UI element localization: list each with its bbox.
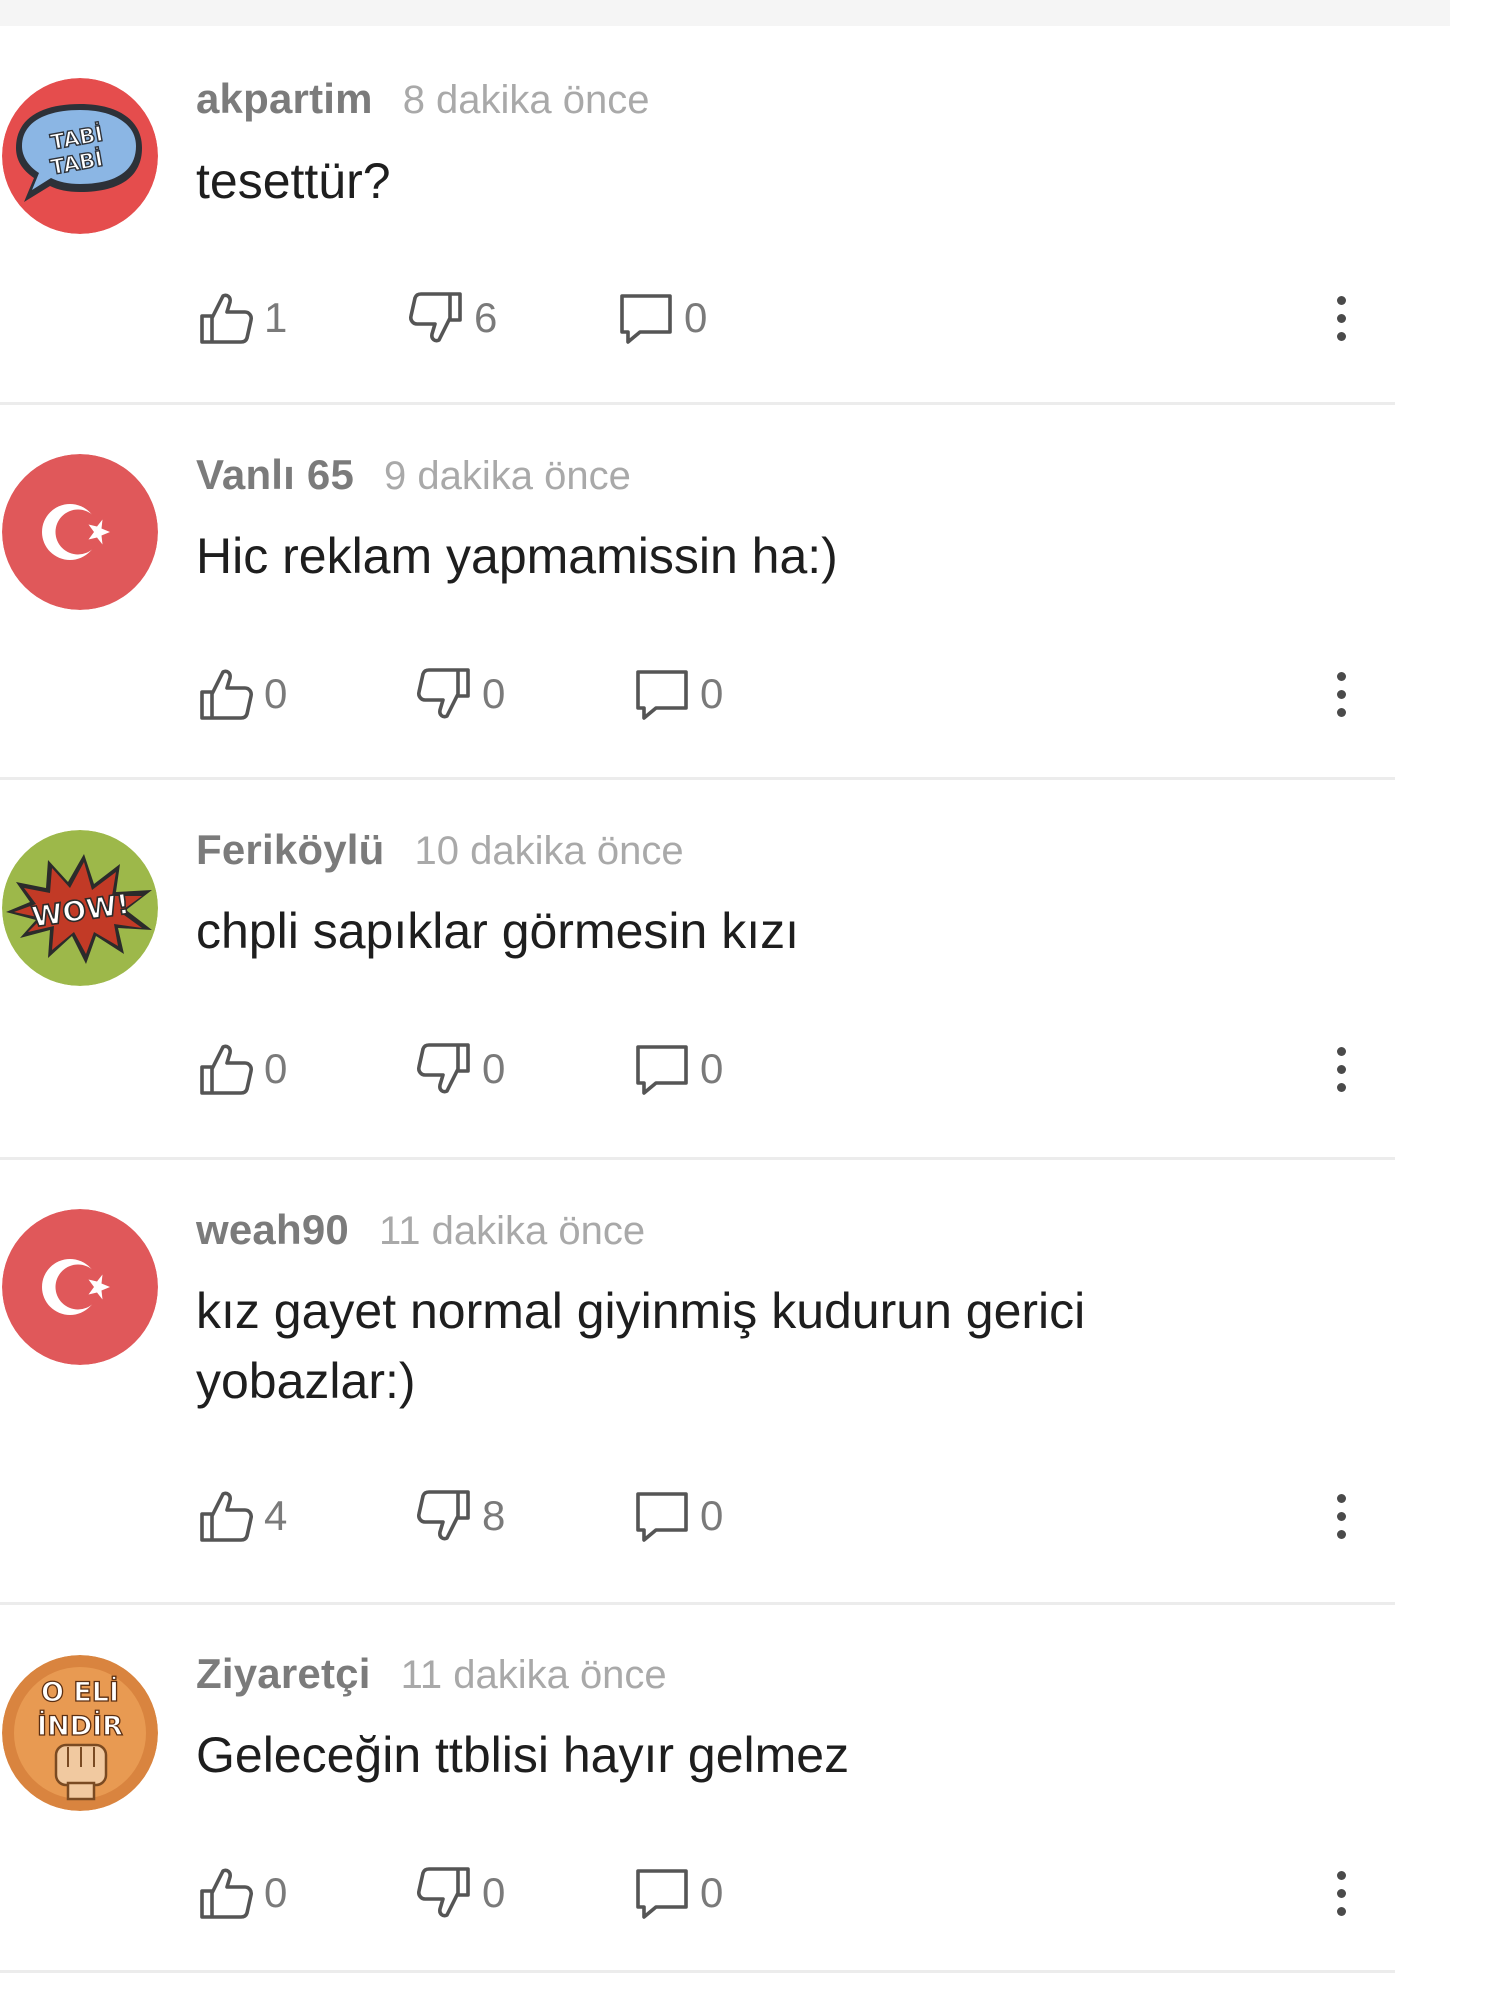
more-options-icon[interactable] [1326,1861,1356,1925]
avatar[interactable]: TABİ TABİ [2,78,158,234]
comment-actions: 1 6 0 [196,286,1356,350]
divider [0,402,1395,405]
like-count: 4 [264,1492,288,1539]
avatar-label-line1: O ELİ [41,1676,119,1708]
dislike-count: 0 [482,670,506,717]
timestamp: 11 dakika önce [378,1209,646,1253]
dislike-button[interactable]: 0 [414,662,505,726]
like-button[interactable]: 0 [196,1861,287,1925]
more-options-icon[interactable] [1326,662,1356,726]
comment-bubble-icon [636,1869,688,1919]
comment-actions: 0 0 0 [196,1037,1356,1101]
comment-text: chpli sapıklar görmesin kızı [196,903,800,959]
comment-bubble-icon [620,294,672,344]
dislike-count: 8 [482,1492,506,1539]
dislike-button[interactable]: 8 [414,1484,505,1548]
comment-actions: 0 0 0 [196,662,1356,726]
comment-text: kız gayet normal giyinmiş kudurun gerici… [196,1283,1086,1409]
fist-badge-icon: O ELİ İNDİR [2,1655,158,1811]
timestamp: 9 dakika önce [384,454,631,498]
thumbs-up-icon [200,1491,253,1542]
more-options-icon[interactable] [1326,1484,1356,1548]
like-button[interactable]: 0 [196,1037,287,1101]
avatar-label-line2: İNDİR [37,1710,123,1742]
avatar[interactable] [2,1209,158,1365]
more-options-icon[interactable] [1326,286,1356,350]
divider [0,1157,1395,1160]
username[interactable]: Ziyaretçi [196,1650,371,1697]
dislike-count: 0 [482,1045,506,1092]
thumbs-up-icon [200,293,253,344]
avatar[interactable] [2,454,158,610]
comment-bubble-icon [636,670,688,720]
reply-button[interactable]: 0 [632,662,723,726]
like-button[interactable]: 0 [196,662,287,726]
turkish-flag-icon [2,1209,158,1365]
thumbs-down-icon [417,1043,470,1094]
comment-text: tesettür? [196,153,391,209]
like-count: 1 [264,294,288,341]
comment-actions: 4 8 0 [196,1484,1356,1548]
dislike-button[interactable]: 0 [414,1861,505,1925]
comment-meta: Vanlı 65 9 dakika önce [196,451,631,503]
reply-button[interactable]: 0 [632,1861,723,1925]
comment-meta: weah90 11 dakika önce [196,1206,645,1258]
top-strip [0,0,1450,26]
like-count: 0 [264,1045,288,1092]
divider [0,1970,1395,1973]
comment-text: Hic reklam yapmamissin ha:) [196,528,838,584]
comment-meta: Ziyaretçi 11 dakika önce [196,1650,667,1702]
avatar[interactable]: WOW! [2,830,158,986]
like-button[interactable]: 1 [196,286,287,350]
thumbs-down-icon [417,668,470,719]
comment-text: Geleceğin ttblisi hayır gelmez [196,1727,850,1783]
thumbs-down-icon [417,1867,470,1918]
tabi-speech-bubble-icon: TABİ TABİ [2,78,158,234]
more-options-icon[interactable] [1326,1037,1356,1101]
timestamp: 10 dakika önce [414,829,684,873]
avatar[interactable]: O ELİ İNDİR [2,1655,158,1811]
comment-meta: akpartim 8 dakika önce [196,75,650,127]
divider [0,777,1395,780]
reply-count: 0 [700,1045,724,1092]
thumbs-up-icon [200,1868,253,1919]
timestamp: 8 dakika önce [402,78,650,122]
like-button[interactable]: 4 [196,1484,287,1548]
thumbs-down-icon [409,292,462,343]
like-count: 0 [264,1869,288,1916]
thumbs-up-icon [200,1044,253,1095]
comment-bubble-icon [636,1045,688,1095]
dislike-count: 6 [474,294,498,341]
thumbs-up-icon [200,669,253,720]
reply-count: 0 [700,670,724,717]
thumbs-down-icon [417,1490,470,1541]
timestamp: 11 dakika önce [400,1653,667,1697]
dislike-button[interactable]: 0 [414,1037,505,1101]
like-count: 0 [264,670,288,717]
reply-button[interactable]: 0 [632,1484,723,1548]
comment-bubble-icon [636,1492,688,1542]
reply-count: 0 [700,1492,724,1539]
wow-burst-icon: WOW! [2,830,158,986]
username[interactable]: Feriköylü [196,826,385,873]
turkish-flag-icon [2,454,158,610]
username[interactable]: weah90 [196,1206,349,1253]
reply-button[interactable]: 0 [632,1037,723,1101]
username[interactable]: akpartim [196,75,373,122]
reply-count: 0 [700,1869,724,1916]
reply-count: 0 [684,294,708,341]
username[interactable]: Vanlı 65 [196,451,354,498]
comment-meta: Feriköylü 10 dakika önce [196,826,684,878]
dislike-count: 0 [482,1869,506,1916]
comment-actions: 0 0 0 [196,1861,1356,1925]
reply-button[interactable]: 0 [616,286,707,350]
dislike-button[interactable]: 6 [406,286,497,350]
divider [0,1602,1395,1605]
